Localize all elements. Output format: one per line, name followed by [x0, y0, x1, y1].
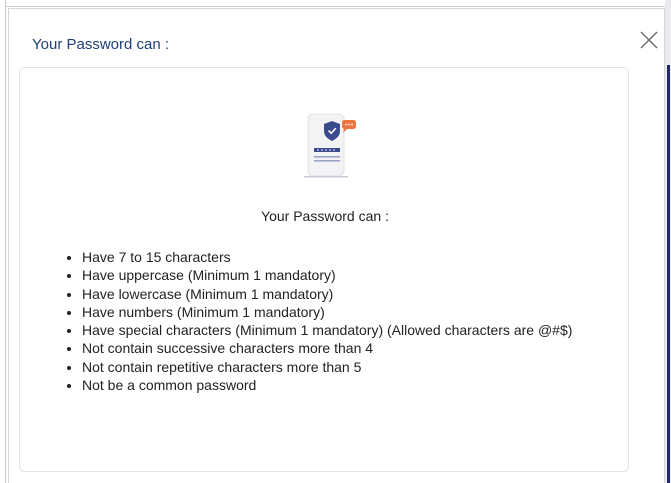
background-page-top — [0, 0, 665, 7]
rule-item: Have numbers (Minimum 1 mandatory) — [82, 303, 602, 321]
rule-item: Have special characters (Minimum 1 manda… — [82, 321, 602, 339]
rule-item: Have lowercase (Minimum 1 mandatory) — [82, 285, 602, 303]
rule-item: Have uppercase (Minimum 1 mandatory) — [82, 266, 602, 284]
rule-item: Not be a common password — [82, 376, 602, 394]
close-icon — [640, 31, 658, 49]
rule-item: Have 7 to 15 characters — [82, 248, 602, 266]
rule-item: Not contain repetitive characters more t… — [82, 358, 602, 376]
modal-title: Your Password can : — [32, 36, 170, 53]
rule-item: Not contain successive characters more t… — [82, 339, 602, 357]
background-page-edge — [667, 65, 670, 483]
close-button[interactable] — [638, 29, 660, 51]
password-shield-icon — [304, 113, 356, 178]
password-rules-list: Have 7 to 15 characters Have uppercase (… — [62, 248, 602, 394]
password-rules-card: Your Password can : Have 7 to 15 charact… — [19, 67, 629, 472]
card-heading: Your Password can : — [261, 208, 389, 224]
password-rules-modal: Your Password can : Your Password can: … — [8, 8, 665, 483]
background-page-right — [665, 0, 671, 483]
background-page-left — [0, 0, 6, 483]
